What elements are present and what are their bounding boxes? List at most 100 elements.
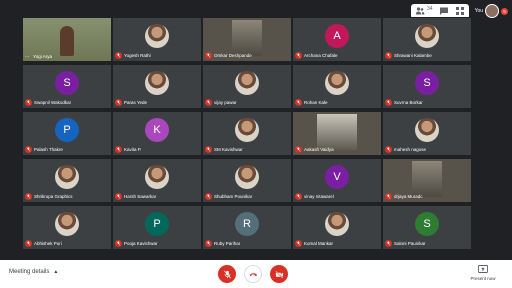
people-icon[interactable] [415, 6, 425, 16]
participant-tile[interactable]: mahesh nagose [382, 111, 472, 156]
more-options-icon[interactable]: ... [25, 53, 29, 59]
mic-muted-icon [385, 99, 392, 106]
mic-muted-icon [205, 99, 212, 106]
participant-name: Saloni Paunikar [394, 241, 426, 246]
participant-photo-avatar [55, 212, 79, 236]
participant-video [232, 20, 262, 56]
participant-name: Yogesh Rathi [124, 53, 151, 58]
participant-photo-avatar [325, 212, 349, 236]
participant-footer: Yogesh Rathi [115, 52, 199, 59]
participant-video [412, 161, 442, 197]
participant-name: vijay pawar [214, 100, 237, 105]
participant-footer: drjaya Muradc [385, 193, 469, 200]
participant-tile[interactable]: Shubham Pounikar [202, 158, 292, 203]
participant-tile[interactable]: Shrikrupa Graphics [22, 158, 112, 203]
participant-tile[interactable]: Abhishek Puri [22, 205, 112, 250]
meeting-details-button[interactable]: Meeting details ▲ [9, 269, 58, 275]
present-screen-icon [478, 265, 488, 273]
participant-video [317, 114, 357, 150]
participant-tile[interactable]: S Saloni Paunikar [382, 205, 472, 250]
participant-name: Paras Yede [124, 100, 148, 105]
chat-icon[interactable] [439, 6, 449, 16]
participant-name: Abhishek Puri [34, 241, 62, 246]
participant-name: SM Kavishwar [214, 147, 243, 152]
mic-muted-icon [115, 240, 122, 247]
participant-footer: Shrawani Kalambe [385, 52, 469, 59]
mic-muted-icon [205, 52, 212, 59]
mic-muted-icon [295, 52, 302, 59]
participant-footer: Ruby Parihar [205, 240, 289, 247]
activities-icon[interactable] [455, 6, 465, 16]
meeting-details-label: Meeting details [9, 269, 50, 275]
participant-tile[interactable]: Shrawani Kalambe [382, 17, 472, 62]
participant-footer: SM Kavishwar [205, 146, 289, 153]
participant-photo-avatar [235, 71, 259, 95]
present-now-button[interactable]: Present now [462, 265, 504, 281]
participant-photo-avatar [235, 165, 259, 189]
participant-tile[interactable]: drjaya Muradc [382, 158, 472, 203]
participant-tile[interactable]: Aakash Vaidya [292, 111, 382, 156]
mic-muted-icon [295, 240, 302, 247]
participant-tile[interactable]: Rohan Kale [292, 64, 382, 109]
hang-up-icon [249, 272, 257, 276]
mic-muted-icon [115, 52, 122, 59]
participant-initial-avatar: P [145, 212, 169, 236]
participant-tile[interactable]: P Pooja Kavishwar [112, 205, 202, 250]
participant-tile[interactable]: Harsh Sawarkar [112, 158, 202, 203]
chevron-up-icon: ▲ [53, 269, 59, 275]
participant-tile[interactable]: ... Yogi Arya [22, 17, 112, 62]
participant-footer: Shubham Pounikar [205, 193, 289, 200]
participant-name: Rohan Kale [304, 100, 328, 105]
participant-tile[interactable]: S Suvrna Borkar [382, 64, 472, 109]
mic-muted-icon [205, 240, 212, 247]
participant-tile[interactable]: S Swapnil Wakodkar [22, 64, 112, 109]
participant-tile[interactable]: A Archana Chafale [292, 17, 382, 62]
leave-call-button[interactable] [244, 265, 262, 283]
participant-tile[interactable]: Yogesh Rathi [112, 17, 202, 62]
participant-name: Shrikrupa Graphics [34, 194, 73, 199]
participant-footer: Paras Yede [115, 99, 199, 106]
participant-initial-avatar: S [415, 212, 439, 236]
mic-off-icon [223, 270, 231, 278]
participant-tile[interactable]: K Kavita P. [112, 111, 202, 156]
mic-muted-icon [205, 146, 212, 153]
participant-footer: vinay nitawarel [295, 193, 379, 200]
participant-name: drjaya Muradc [394, 194, 423, 199]
participant-footer: Pooja Kavishwar [115, 240, 199, 247]
participant-tile[interactable]: vijay pawar [202, 64, 292, 109]
self-preview[interactable]: You 5 [475, 4, 508, 18]
participant-name: Aakash Vaidya [304, 147, 334, 152]
participant-initial-avatar: R [235, 212, 259, 236]
camera-toggle-button[interactable] [270, 265, 288, 283]
mic-toggle-button[interactable] [218, 265, 236, 283]
participant-tile[interactable]: SM Kavishwar [202, 111, 292, 156]
participant-name: Yogi Arya [33, 53, 53, 59]
participant-tile[interactable]: Omkar Deshpande [202, 17, 292, 62]
mic-muted-icon [25, 99, 32, 106]
participant-footer: Archana Chafale [295, 52, 379, 59]
participant-name: Shrawani Kalambe [394, 53, 432, 58]
mic-muted-icon [115, 193, 122, 200]
participant-initial-avatar: S [55, 71, 79, 95]
participant-initial-avatar: P [55, 118, 79, 142]
participant-tile[interactable]: P Palash Thakre [22, 111, 112, 156]
participant-tile[interactable]: R Ruby Parihar [202, 205, 292, 250]
mic-muted-icon [25, 193, 32, 200]
participant-footer: Saloni Paunikar [385, 240, 469, 247]
mic-muted-icon [115, 146, 122, 153]
mic-muted-icon [385, 146, 392, 153]
participant-tile[interactable]: Vvinay nitawarel [292, 158, 382, 203]
mic-muted-icon [385, 52, 392, 59]
you-label: You [474, 8, 483, 14]
participant-tile[interactable]: Paras Yede [112, 64, 202, 109]
participant-tile[interactable]: Komal Mankar [292, 205, 382, 250]
participant-name: Harsh Sawarkar [124, 194, 157, 199]
participant-initial-avatar: A [325, 24, 349, 48]
mic-muted-icon [25, 240, 32, 247]
participant-photo-avatar [415, 24, 439, 48]
participant-name: Suvrna Borkar [394, 100, 423, 105]
mic-muted-icon [295, 99, 302, 106]
participant-photo-avatar [145, 71, 169, 95]
call-controls [218, 265, 288, 283]
participant-name: Omkar Deshpande [214, 53, 252, 58]
